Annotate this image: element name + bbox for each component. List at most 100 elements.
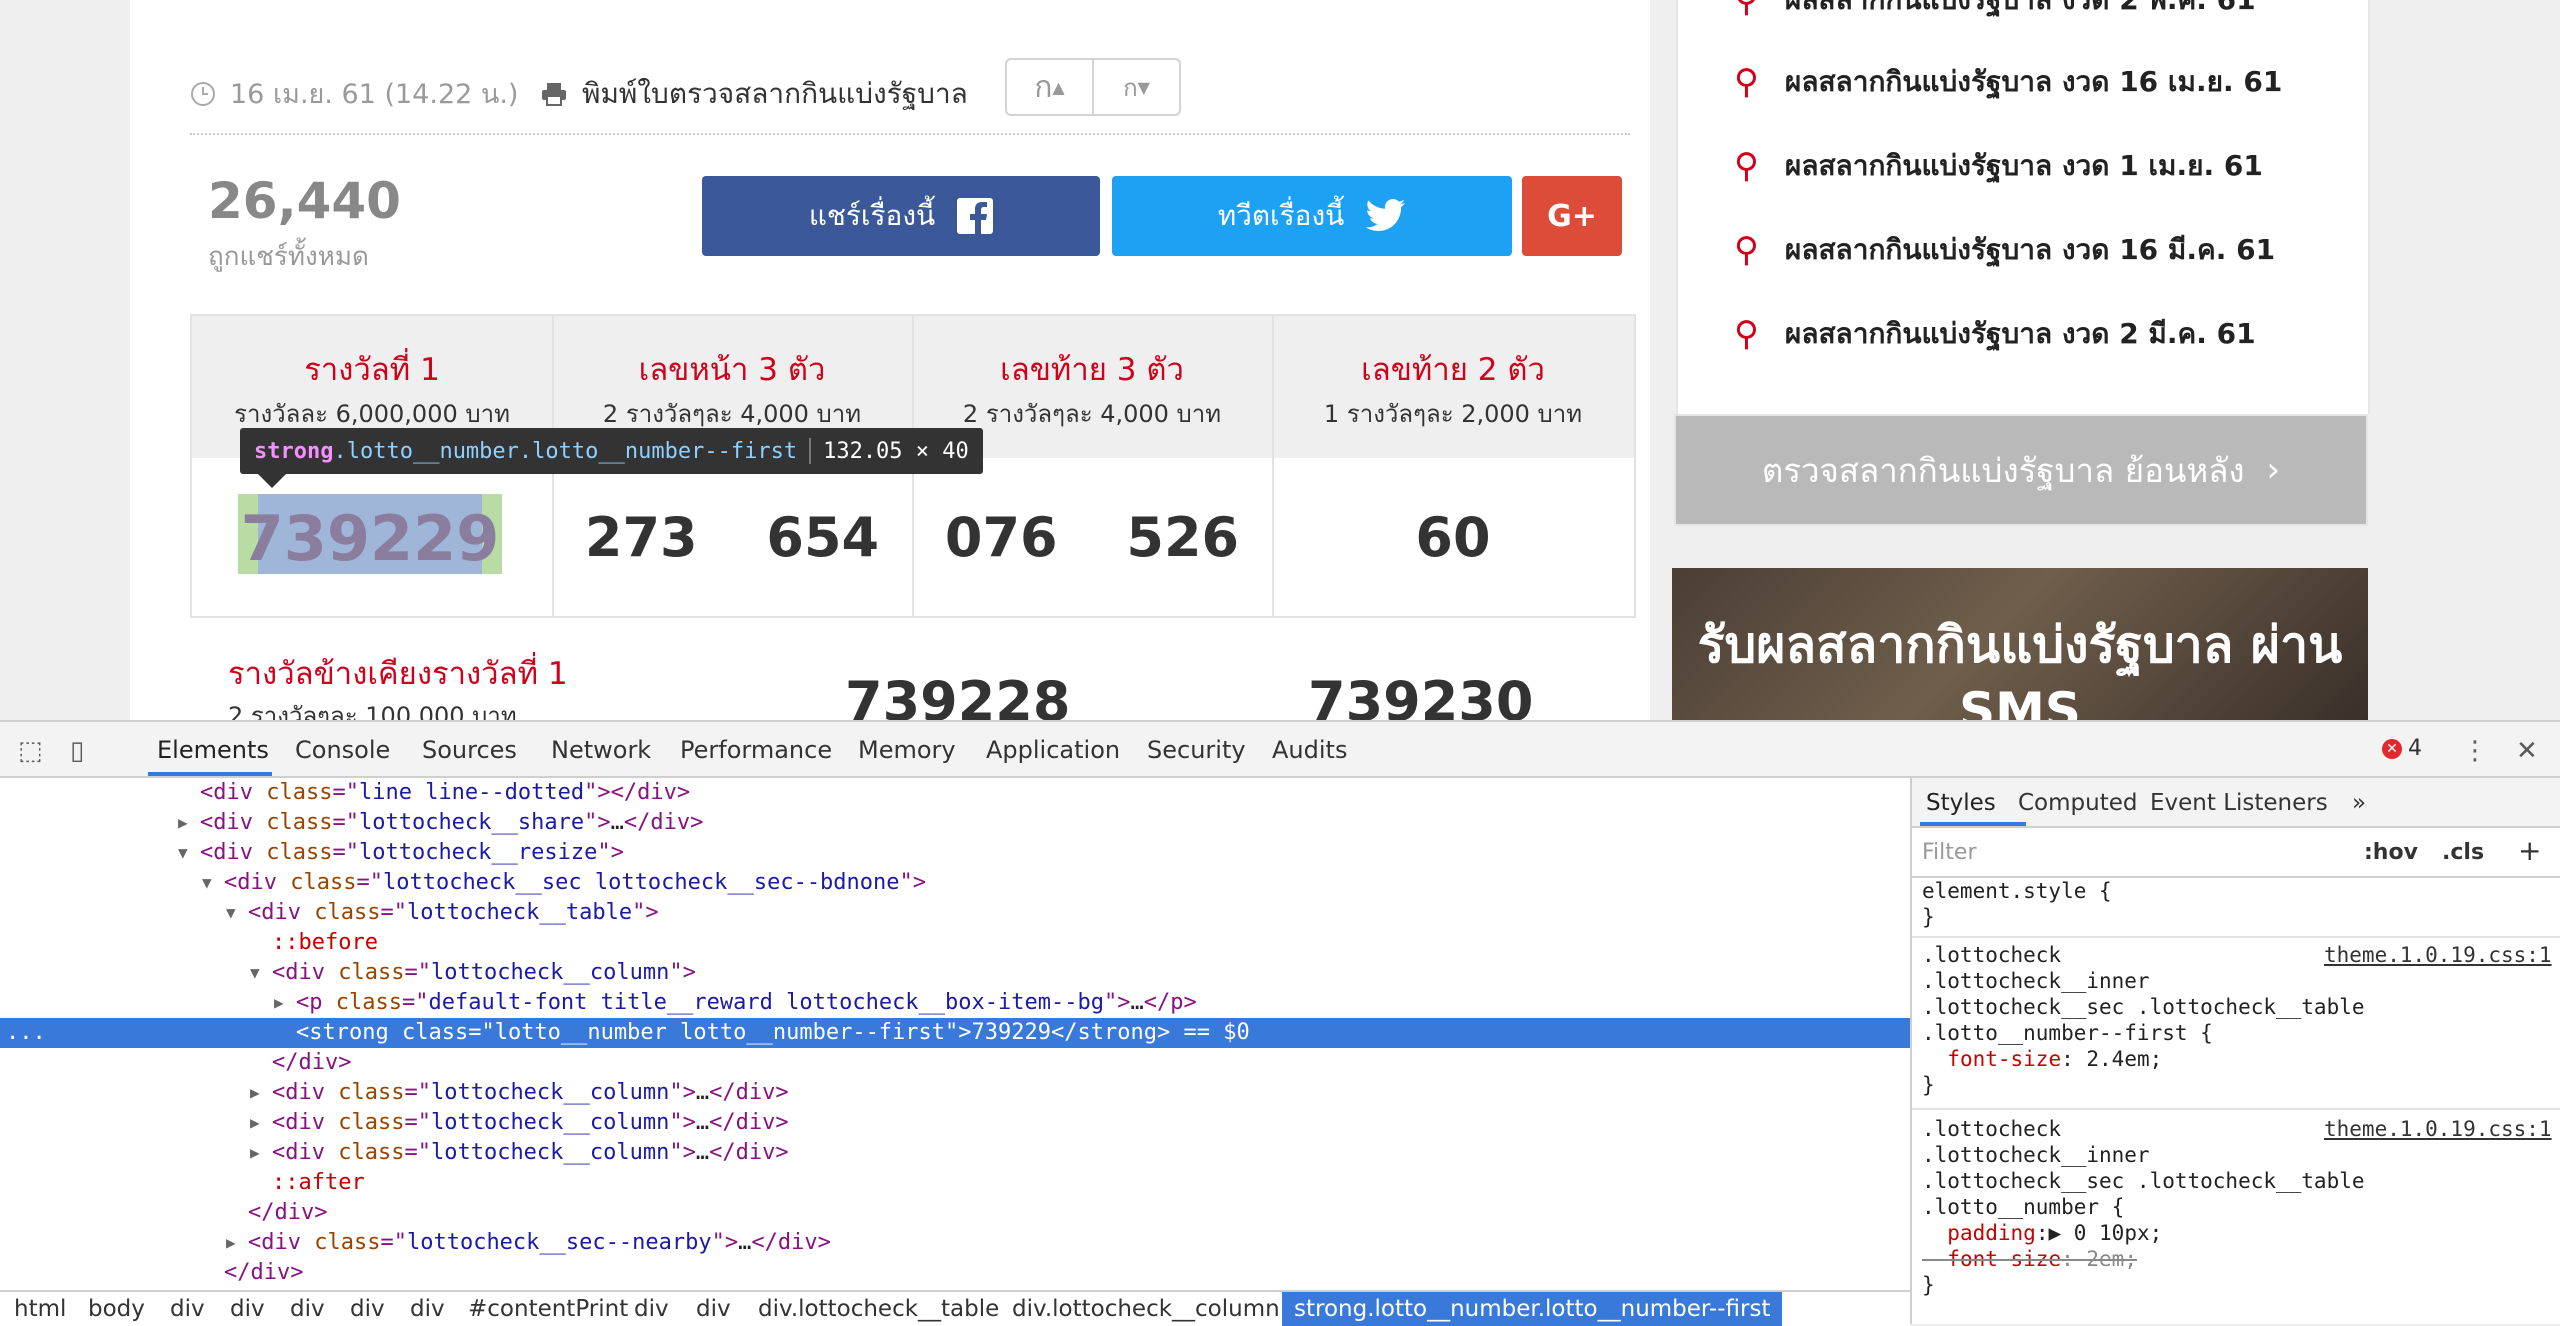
breadcrumb-item[interactable]: strong.lotto__number.lotto__number--firs…	[1282, 1292, 1783, 1326]
close-devtools-icon[interactable]: ✕	[2516, 736, 2538, 766]
dom-token: <div	[200, 840, 267, 865]
rule-divider	[1912, 1108, 2560, 1110]
tab-audits[interactable]: Audits	[1272, 736, 1347, 764]
dom-node[interactable]: ▼ <div class="lottocheck__column">	[0, 958, 1910, 988]
lotto-history-button[interactable]: ตรวจสลากกินแบ่งรัฐบาล ย้อนหลัง ›	[1674, 414, 2368, 526]
dom-node[interactable]: ▶ <div class="lottocheck__sec--nearby">…<…	[0, 1228, 1910, 1258]
tab-styles[interactable]: Styles	[1926, 790, 1996, 816]
search-icon: ⚲	[1734, 0, 1759, 20]
expand-triangle-icon[interactable]: ▼	[250, 958, 260, 988]
node-actions-icon[interactable]: ...	[6, 1018, 46, 1048]
cls-toggle[interactable]: .cls	[2442, 840, 2484, 865]
prize-numbers: 273 654	[584, 506, 880, 569]
rule2-val1: ▶ 0 10px;	[2048, 1221, 2163, 1245]
dom-node[interactable]: ▶ <p class="default-font title__reward lo…	[0, 988, 1910, 1018]
expand-triangle-icon[interactable]: ▼	[202, 868, 212, 898]
tab-sources[interactable]: Sources	[422, 736, 517, 764]
collapse-triangle-icon[interactable]: ▶	[250, 1078, 260, 1108]
tab-network[interactable]: Network	[551, 736, 651, 764]
dom-node[interactable]: ▶ <div class="lottocheck__column">…</div>	[0, 1138, 1910, 1168]
sidebar-item[interactable]: ⚲ ผลสลากกินแบ่งรัฐบาล งวด 16 มี.ค. 61	[1734, 228, 2275, 272]
tab-elements[interactable]: Elements	[157, 736, 269, 764]
inspect-tooltip: strong.lotto__number.lotto__number--firs…	[240, 428, 983, 474]
rule1-source-link[interactable]: theme.1.0.19.css:1	[2324, 942, 2552, 968]
collapse-triangle-icon[interactable]: ▶	[250, 1138, 260, 1168]
collapse-triangle-icon[interactable]: ▶	[178, 808, 188, 838]
font-decrease-button[interactable]: ก ▼	[1094, 60, 1179, 114]
sms-banner[interactable]: รับผลสลากกินแบ่งรัฐบาล ผ่าน SMS	[1672, 568, 2368, 720]
twitter-share-button[interactable]: ทวีตเรื่องนี้	[1112, 176, 1512, 256]
collapse-triangle-icon[interactable]: ▶	[226, 1228, 236, 1258]
print-link[interactable]: พิมพ์ใบตรวจสลากกินแบ่งรัฐบาล	[540, 72, 968, 116]
sidebar-item-label: ผลสลากกินแบ่งรัฐบาล งวด 2 มี.ค. 61	[1784, 317, 2256, 350]
tab-computed[interactable]: Computed	[2018, 790, 2137, 816]
tab-application[interactable]: Application	[986, 736, 1120, 764]
breadcrumb-item[interactable]: div	[410, 1292, 445, 1326]
breadcrumb-item[interactable]: div	[170, 1292, 205, 1326]
google-plus-share-button[interactable]: G+	[1522, 176, 1622, 256]
dom-token: ="	[356, 870, 383, 895]
more-options-icon[interactable]: ⋮	[2462, 736, 2488, 766]
breadcrumb-item[interactable]: div	[350, 1292, 385, 1326]
dom-token: <div	[248, 900, 315, 925]
dom-token: ="	[332, 840, 359, 865]
facebook-share-button[interactable]: แชร์เรื่องนี้	[702, 176, 1100, 256]
breadcrumb-item[interactable]: div.lottocheck__column	[1012, 1292, 1280, 1326]
dom-node[interactable]: ::before	[0, 928, 1910, 958]
tab-event-listeners[interactable]: Event Listeners	[2150, 790, 2328, 816]
font-increase-button[interactable]: ก ▲	[1007, 60, 1094, 114]
dom-token: …	[610, 810, 624, 835]
font-up-label: ก	[1034, 69, 1053, 105]
collapse-triangle-icon[interactable]: ▶	[274, 988, 284, 1018]
dom-node-selected[interactable]: <strong class="lotto__number lotto__numb…	[0, 1018, 1910, 1048]
breadcrumb-item[interactable]: div	[696, 1292, 731, 1326]
tab-performance[interactable]: Performance	[680, 736, 832, 764]
breadcrumb-item[interactable]: div	[230, 1292, 265, 1326]
sidebar-item[interactable]: ⚲ ผลสลากกินแบ่งรัฐบาล งวด 2 มี.ค. 61	[1734, 312, 2256, 356]
dom-node[interactable]: ▼ <div class="lottocheck__table">	[0, 898, 1910, 928]
dom-node[interactable]: ▶ <div class="lottocheck__share">…</div>	[0, 808, 1910, 838]
dom-node[interactable]: ▼ <div class="lottocheck__resize">	[0, 838, 1910, 868]
tab-memory[interactable]: Memory	[858, 736, 956, 764]
dom-token: class	[266, 780, 333, 805]
add-rule-icon[interactable]: +	[2518, 834, 2541, 867]
expand-triangle-icon[interactable]: ▼	[178, 838, 188, 868]
dom-node[interactable]: </div>	[0, 1048, 1910, 1078]
dom-node[interactable]: </div>	[0, 1198, 1910, 1228]
dom-node[interactable]: ▶ <div class="lottocheck__column">…</div>	[0, 1108, 1910, 1138]
expand-triangle-icon[interactable]: ▼	[226, 898, 236, 928]
breadcrumb-item[interactable]: #contentPrint	[468, 1292, 628, 1326]
breadcrumb-item[interactable]: div.lottocheck__table	[758, 1292, 999, 1326]
dom-token: …	[695, 1140, 710, 1165]
breadcrumb-item[interactable]: body	[88, 1292, 145, 1326]
dom-node[interactable]: ::after	[0, 1168, 1910, 1198]
breadcrumb-item[interactable]: div	[290, 1292, 325, 1326]
dom-node[interactable]: <div class="line line--dotted"></div>	[0, 778, 1910, 808]
rule2-source-link[interactable]: theme.1.0.19.css:1	[2324, 1116, 2552, 1142]
tab-console[interactable]: Console	[295, 736, 390, 764]
sidebar-item[interactable]: ⚲ ผลสลากกินแบ่งรัฐบาล งวด 1 เม.ย. 61	[1734, 144, 2263, 188]
collapse-triangle-icon[interactable]: ▶	[250, 1108, 260, 1138]
date-text: 16 เม.ย. 61 (14.22 น.)	[230, 79, 519, 110]
dom-node[interactable]: ▶ <div class="lottocheck__column">…</div>	[0, 1078, 1910, 1108]
dom-token: class	[290, 870, 357, 895]
sidebar-item[interactable]: ⚲ ผลสลากกินแบ่งรัฐบาล งวด 2 พ.ค. 61	[1734, 0, 2256, 22]
breadcrumb-item[interactable]: div	[634, 1292, 669, 1326]
breadcrumb-item[interactable]: html	[14, 1292, 66, 1326]
device-toolbar-icon[interactable]: ▯	[70, 736, 84, 766]
rule1-close: }	[1922, 1073, 1935, 1097]
filter-input[interactable]: Filter	[1922, 840, 1976, 865]
dom-token: class	[314, 1230, 381, 1255]
rule2-selector: .lottocheck .lottocheck__inner .lottoche…	[1922, 1117, 2365, 1219]
dom-token: lottocheck__column	[430, 1080, 670, 1105]
dom-token: ="	[404, 960, 431, 985]
hov-toggle[interactable]: :hov	[2364, 840, 2418, 865]
inspect-element-icon[interactable]: ⬚	[18, 736, 43, 766]
devtools-tabbar: ⬚ ▯ Elements Console Sources Network Per…	[0, 722, 2560, 778]
dom-node[interactable]: ▼ <div class="lottocheck__sec lottocheck_…	[0, 868, 1910, 898]
tab-security[interactable]: Security	[1147, 736, 1246, 764]
sidebar-item[interactable]: ⚲ ผลสลากกินแบ่งรัฐบาล งวด 16 เม.ย. 61	[1734, 60, 2282, 104]
error-counter[interactable]: ✕ 4	[2382, 736, 2422, 761]
dom-node[interactable]: </div>	[0, 1258, 1910, 1288]
more-tabs-icon[interactable]: »	[2352, 790, 2366, 816]
